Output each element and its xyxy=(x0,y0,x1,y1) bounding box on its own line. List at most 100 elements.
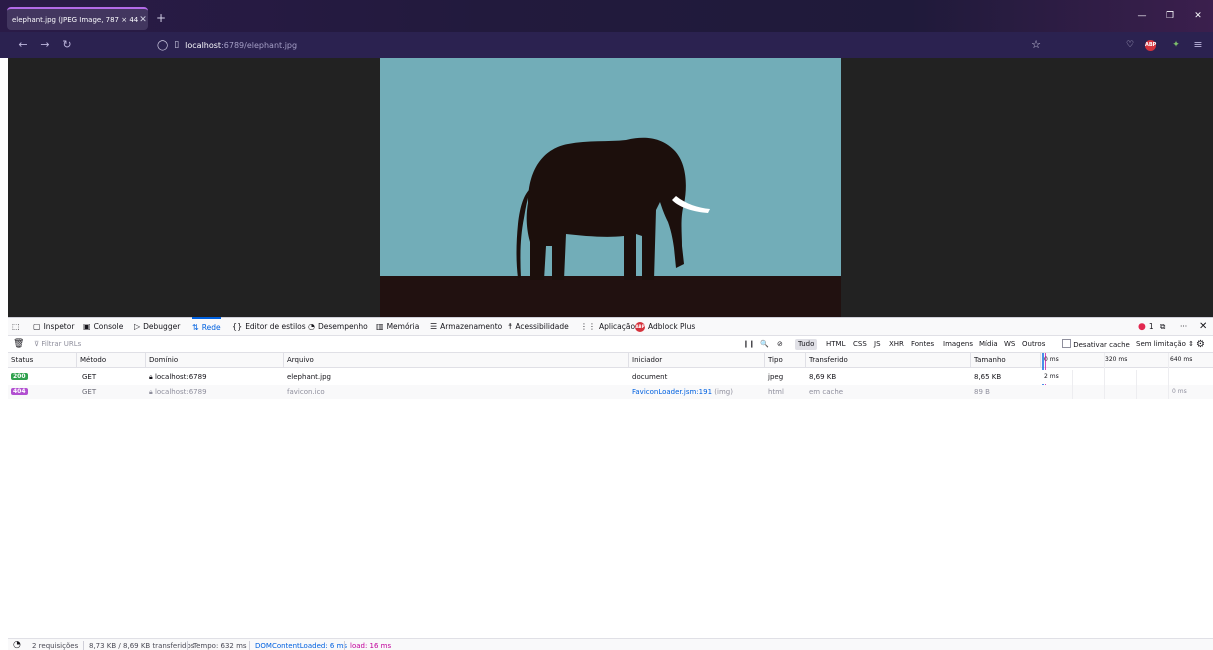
minimize-icon[interactable]: — xyxy=(1128,6,1156,26)
elephant-image xyxy=(380,58,841,317)
back-icon[interactable]: ← xyxy=(14,36,32,54)
filter-icon: ⊽ xyxy=(34,340,40,348)
adblock-plus-toolbar-icon[interactable]: ABP xyxy=(1145,40,1156,51)
status-badge: 200 xyxy=(11,373,28,380)
dom-content-loaded: DOMContentLoaded: 6 ms xyxy=(255,642,348,650)
tab-label: Aplicação xyxy=(599,322,636,331)
timeline-gridline xyxy=(1104,353,1105,399)
checkbox-box xyxy=(1062,339,1071,348)
network-icon: ⇅ xyxy=(192,323,199,332)
row-timing: 2 ms xyxy=(1044,373,1059,380)
menu-icon[interactable]: ≡ xyxy=(1189,36,1207,54)
close-tab-icon[interactable]: ✕ xyxy=(138,15,148,25)
row-transferred: 8,69 KB xyxy=(809,373,837,381)
console-icon: ▣ xyxy=(83,322,91,331)
tab-label: Rede xyxy=(201,323,221,332)
tab-style-editor[interactable]: {} Editor de estilos xyxy=(232,319,306,334)
filter-fonts[interactable]: Fontes xyxy=(911,339,934,350)
block-icon[interactable]: ⊘ xyxy=(777,339,783,350)
tab-application[interactable]: ⋮⋮ Aplicação xyxy=(580,319,635,334)
pocket-icon[interactable]: ♡ xyxy=(1121,36,1139,54)
bookmark-star-icon[interactable]: ☆ xyxy=(1027,36,1045,54)
tab-label: Armazenamento xyxy=(440,322,503,331)
clear-log-icon[interactable]: 🗑 xyxy=(13,339,24,350)
shield-icon[interactable]: ◯ xyxy=(157,40,168,51)
page-icon: ▯ xyxy=(174,40,180,50)
url-bar[interactable]: ◯ ▯ localhost:6789/elephant.jpg xyxy=(149,35,1052,55)
filter-images[interactable]: Imagens xyxy=(943,339,973,350)
column-type[interactable]: Tipo xyxy=(768,356,783,364)
forward-icon[interactable]: → xyxy=(36,36,54,54)
tab-label: Inspetor xyxy=(43,322,75,331)
filter-html[interactable]: HTML xyxy=(826,339,845,350)
tab-performance[interactable]: ◔ Desempenho xyxy=(308,319,368,334)
row-initiator: document xyxy=(632,373,668,381)
settings-gear-icon[interactable]: ⚙ xyxy=(1196,339,1205,350)
row-initiator[interactable]: FaviconLoader.jsm:191 (img) xyxy=(632,388,733,396)
filter-js[interactable]: JS xyxy=(874,339,881,350)
tab-accessibility[interactable]: ☨ Acessibilidade xyxy=(508,319,569,334)
element-picker-icon[interactable]: ⬚ xyxy=(12,319,20,334)
close-devtools-icon[interactable]: ✕ xyxy=(1199,319,1207,334)
tab-storage[interactable]: ☰ Armazenamento xyxy=(430,319,502,334)
filter-media[interactable]: Mídia xyxy=(979,339,998,350)
extension-icon[interactable]: ✦ xyxy=(1167,36,1185,54)
reload-icon[interactable]: ↻ xyxy=(58,36,76,54)
tab-label: Adblock Plus xyxy=(648,322,696,331)
throttle-select[interactable]: Sem limitação ⇕ xyxy=(1136,339,1194,350)
tab-memory[interactable]: ▥ Memória xyxy=(376,319,419,334)
filter-xhr[interactable]: XHR xyxy=(889,339,904,350)
accessibility-icon: ☨ xyxy=(508,322,513,331)
performance-analysis-icon[interactable]: ◔ xyxy=(13,640,21,650)
row-timing: 0 ms xyxy=(1172,388,1187,395)
application-icon: ⋮⋮ xyxy=(580,322,596,331)
dock-icon[interactable]: ⧉ xyxy=(1160,319,1165,334)
column-method[interactable]: Método xyxy=(80,356,106,364)
tab-title: elephant.jpg (JPEG Image, 787 × 44 xyxy=(12,15,138,24)
filter-all[interactable]: Tudo xyxy=(795,339,818,350)
row-method: GET xyxy=(82,373,97,381)
column-domain[interactable]: Domínio xyxy=(149,356,178,364)
column-initiator[interactable]: Iniciador xyxy=(632,356,662,364)
column-status[interactable]: Status xyxy=(11,356,33,364)
pause-icon[interactable]: ❙❙ xyxy=(743,339,755,350)
column-file[interactable]: Arquivo xyxy=(287,356,314,364)
url-host: localhost xyxy=(185,40,222,50)
row-domain: 🔒︎ localhost:6789 xyxy=(149,388,207,396)
filter-ws[interactable]: WS xyxy=(1004,339,1015,350)
tab-label: Console xyxy=(93,322,124,331)
tab-console[interactable]: ▣ Console xyxy=(83,319,123,334)
error-count[interactable]: ● 1 xyxy=(1138,319,1154,334)
tab-adblock-plus[interactable]: ABP Adblock Plus xyxy=(635,319,695,334)
disable-cache-checkbox[interactable]: Desativar cache xyxy=(1062,339,1130,350)
tab-label: Desempenho xyxy=(317,322,368,331)
timeline-tick-320: 320 ms xyxy=(1105,356,1128,363)
column-size[interactable]: Tamanho xyxy=(974,356,1006,364)
column-transferred[interactable]: Transferido xyxy=(809,356,848,364)
browser-tab[interactable]: elephant.jpg (JPEG Image, 787 × 44 ✕ xyxy=(7,7,148,30)
timeline-tick-0: 0 ms xyxy=(1044,356,1059,363)
abp-icon: ABP xyxy=(635,321,645,332)
filter-css[interactable]: CSS xyxy=(853,339,867,350)
error-icon: ● xyxy=(1138,321,1146,332)
tab-inspector[interactable]: ▢ Inspetor xyxy=(33,319,74,334)
row-size: 89 B xyxy=(974,388,990,396)
abp-badge: ABP xyxy=(1145,40,1156,51)
search-icon[interactable]: 🔍 xyxy=(760,339,769,350)
tab-debugger[interactable]: ▷ Debugger xyxy=(134,319,180,334)
tab-network[interactable]: ⇅ Rede xyxy=(192,317,221,336)
row-domain: 🔒︎ localhost:6789 xyxy=(149,373,207,381)
elephant-illustration xyxy=(380,137,841,317)
tab-strip xyxy=(0,0,1213,32)
row-transferred: em cache xyxy=(809,388,844,396)
plus-icon[interactable]: + xyxy=(152,9,170,27)
filter-other[interactable]: Outros xyxy=(1022,339,1045,350)
close-window-icon[interactable]: ✕ xyxy=(1184,6,1212,26)
more-options-icon[interactable]: ··· xyxy=(1180,319,1187,334)
filter-urls-input[interactable]: ⊽ Filtrar URLs xyxy=(34,339,81,350)
error-count-label: 1 xyxy=(1148,322,1154,331)
disable-cache-label: Desativar cache xyxy=(1073,341,1130,349)
request-table-header xyxy=(8,353,1213,368)
row-type: html xyxy=(768,388,784,396)
restore-icon[interactable]: ❐ xyxy=(1156,6,1184,26)
